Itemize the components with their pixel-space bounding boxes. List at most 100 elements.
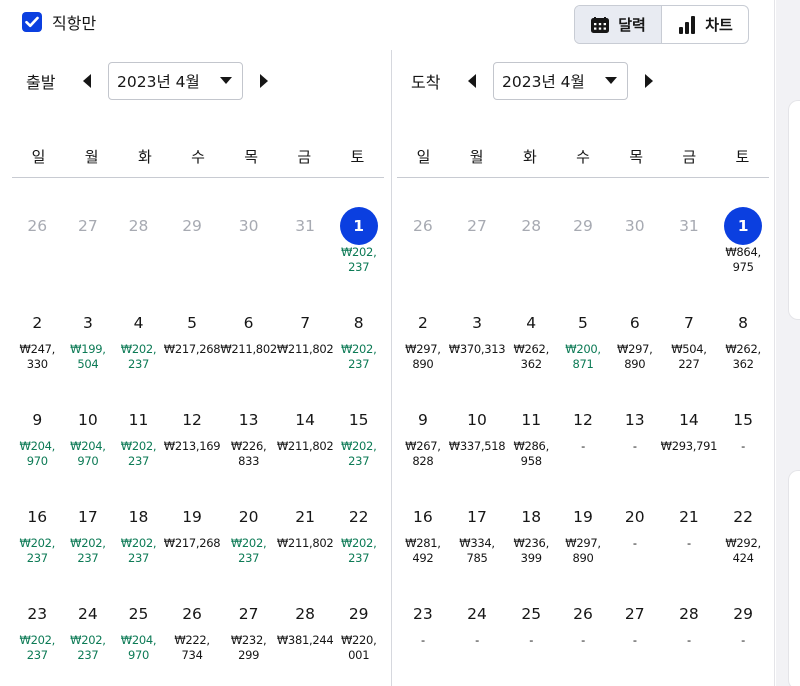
day-price: 237 [127,551,150,565]
selected-day-cell[interactable]: 1 ₩202, 237 [333,207,384,304]
day-price: ₩267, [405,439,441,453]
day-cell[interactable]: 26 - [557,595,609,686]
day-price: 362 [732,357,754,371]
day-cell[interactable]: 6 ₩297, 890 [609,304,661,401]
day-cell[interactable]: 13 ₩226, 833 [220,401,277,498]
day-price: 970 [77,454,99,468]
day-cell[interactable]: 29 ₩220, 001 [333,595,384,686]
day-price: ₩337,518 [448,439,506,453]
day-cell[interactable]: 3 ₩370,313 [449,304,506,401]
day-price: ₩297, [617,342,653,356]
day-cell[interactable]: 22 ₩292, 424 [717,498,769,595]
departure-next-month-button[interactable] [255,69,273,93]
day-number: 22 [348,508,369,526]
day-cell[interactable]: 17 ₩202, 237 [63,498,114,595]
day-cell[interactable]: 16 ₩202, 237 [12,498,63,595]
day-cell[interactable]: 12 ₩213,169 [164,401,221,498]
day-cell[interactable]: 10 ₩337,518 [449,401,506,498]
day-number: 9 [32,411,43,429]
day-cell[interactable]: 4 ₩202, 237 [113,304,164,401]
day-cell[interactable]: 24 - [449,595,506,686]
day-cell[interactable]: 27 - [609,595,661,686]
selected-day-cell[interactable]: 1 ₩864, 975 [717,207,769,304]
day-cell[interactable]: 17 ₩334, 785 [449,498,506,595]
day-number: 25 [521,605,542,623]
day-cell[interactable]: 23 ₩202, 237 [12,595,63,686]
day-cell[interactable]: 24 ₩202, 237 [63,595,114,686]
day-cell[interactable]: 5 ₩200, 871 [557,304,609,401]
day-cell[interactable]: 6 ₩211,802 [220,304,277,401]
day-cell[interactable]: 14 ₩211,802 [277,401,334,498]
day-price: ₩217,268 [163,342,221,356]
side-panel-edge [776,0,800,686]
day-cell[interactable]: 18 ₩202, 237 [113,498,164,595]
return-month-select[interactable]: 2023년 4월 [493,62,628,100]
day-cell[interactable]: 8 ₩202, 237 [333,304,384,401]
day-number: 15 [733,411,753,429]
day-price: ₩202, [340,439,377,453]
day-cell[interactable]: 2 ₩297, 890 [397,304,449,401]
day-cell[interactable]: 15 - [717,401,769,498]
day-cell[interactable]: 11 ₩286, 958 [505,401,557,498]
day-cell[interactable]: 25 - [505,595,557,686]
day-cell[interactable]: 28 - [661,595,718,686]
day-cell[interactable]: 19 ₩217,268 [164,498,221,595]
day-cell[interactable]: 4 ₩262, 362 [505,304,557,401]
day-price: 237 [127,357,150,371]
day-cell[interactable]: 25 ₩204, 970 [113,595,164,686]
day-number: 17 [467,508,487,526]
day-cell[interactable]: 19 ₩297, 890 [557,498,609,595]
calendar-view-button[interactable]: 달력 [575,6,662,43]
direct-only-filter[interactable]: 직항만 [22,10,96,34]
day-cell: 30 [220,207,277,304]
day-cell[interactable]: 23 - [397,595,449,686]
departure-month-select[interactable]: 2023년 4월 [108,62,243,100]
bar-chart-icon [679,15,696,34]
day-price: 227 [678,357,700,371]
day-cell[interactable]: 3 ₩199, 504 [63,304,114,401]
day-cell[interactable]: 2 ₩247, 330 [12,304,63,401]
day-cell[interactable]: 28 ₩381,244 [277,595,334,686]
day-price: ₩211,802 [276,342,334,356]
day-number: 26 [573,605,593,623]
day-price: 871 [572,357,594,371]
panel-divider [391,50,392,686]
day-cell[interactable]: 9 ₩204, 970 [12,401,63,498]
day-cell[interactable]: 27 ₩232, 299 [220,595,277,686]
chart-view-button[interactable]: 차트 [662,6,748,43]
day-cell[interactable]: 5 ₩217,268 [164,304,221,401]
day-cell[interactable]: 20 ₩202, 237 [220,498,277,595]
direct-only-checkbox[interactable] [22,12,42,32]
day-price: - [475,633,479,647]
weekday-label: 수 [191,148,205,166]
return-prev-month-button[interactable] [463,69,481,93]
day-cell[interactable]: 20 - [609,498,661,595]
day-cell: 29 [164,207,221,304]
day-cell[interactable]: 15 ₩202, 237 [333,401,384,498]
caret-right-icon [645,74,653,88]
day-cell[interactable]: 21 - [661,498,718,595]
calendar-view-label: 달력 [618,16,646,34]
departure-prev-month-button[interactable] [78,69,96,93]
day-cell[interactable]: 16 ₩281, 492 [397,498,449,595]
day-cell[interactable]: 26 ₩222, 734 [164,595,221,686]
day-cell[interactable]: 13 - [609,401,661,498]
return-next-month-button[interactable] [640,69,658,93]
day-cell[interactable]: 7 ₩504, 227 [661,304,718,401]
day-cell[interactable]: 11 ₩202, 237 [113,401,164,498]
day-cell[interactable]: 10 ₩204, 970 [63,401,114,498]
day-cell[interactable]: 29 - [717,595,769,686]
view-toggle: 달력 차트 [574,5,749,44]
day-price: 785 [466,551,488,565]
day-cell[interactable]: 18 ₩236, 399 [505,498,557,595]
day-number: 4 [526,314,537,332]
day-cell[interactable]: 21 ₩211,802 [277,498,334,595]
day-cell[interactable]: 14 ₩293,791 [661,401,718,498]
day-number: 10 [78,411,98,429]
day-cell[interactable]: 8 ₩262, 362 [717,304,769,401]
day-cell[interactable]: 12 - [557,401,609,498]
day-price: 399 [520,551,542,565]
day-cell[interactable]: 22 ₩202, 237 [333,498,384,595]
day-cell[interactable]: 9 ₩267, 828 [397,401,449,498]
day-cell[interactable]: 7 ₩211,802 [277,304,334,401]
